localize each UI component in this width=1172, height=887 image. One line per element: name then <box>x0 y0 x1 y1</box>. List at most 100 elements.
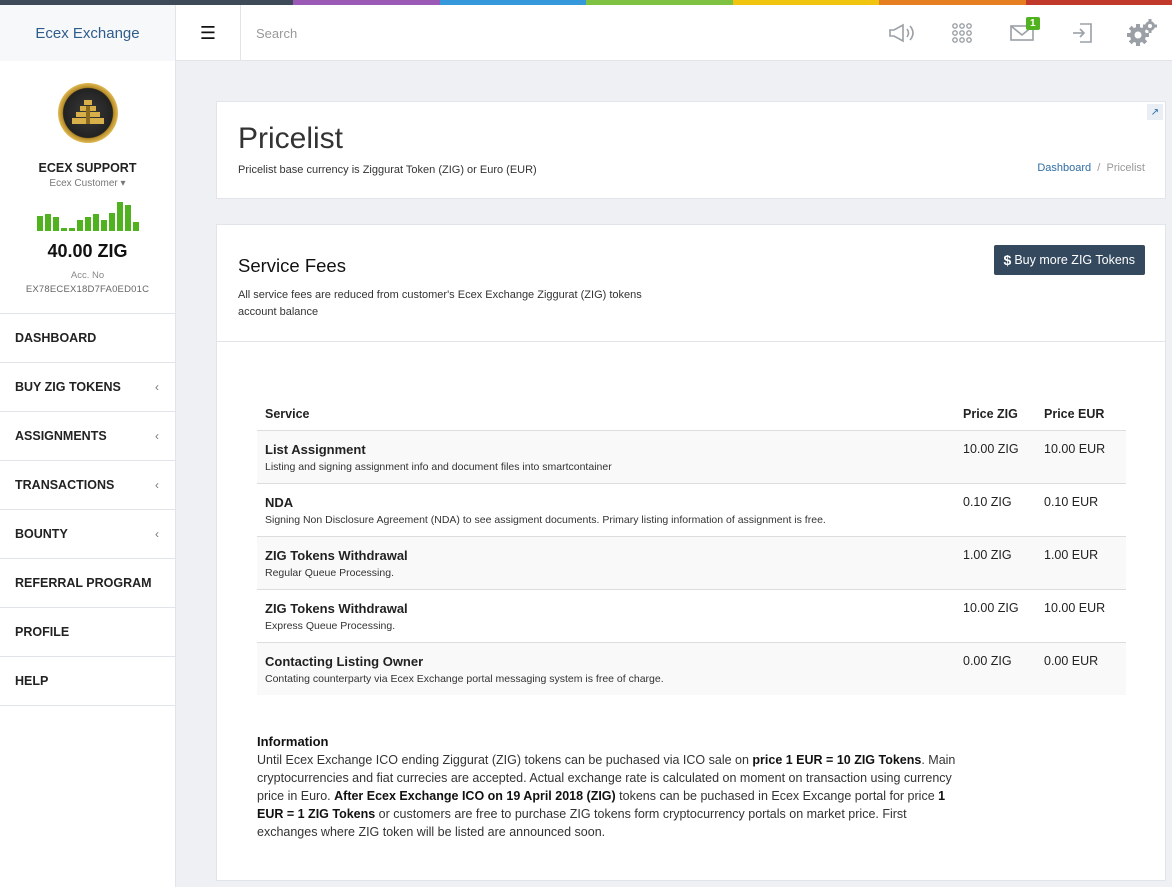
sparkline-bar <box>100 220 107 231</box>
divider <box>217 341 1165 342</box>
sidebar-item-bounty[interactable]: BOUNTY ‹ <box>0 510 175 559</box>
buy-button-label: Buy more ZIG Tokens <box>1014 253 1135 267</box>
avatar[interactable] <box>57 83 118 143</box>
sidebar-item-transactions[interactable]: TRANSACTIONS ‹ <box>0 461 175 510</box>
activity-sparkline <box>0 199 175 231</box>
service-cell: List Assignment Listing and signing assig… <box>257 430 955 484</box>
top-bar: Ecex Exchange ☰ 1 <box>0 5 1172 61</box>
sidebar-item-referral-program[interactable]: REFERRAL PROGRAM <box>0 559 175 608</box>
hamburger-icon: ☰ <box>199 22 217 43</box>
sparkline-bar <box>60 228 67 231</box>
service-cell: NDA Signing Non Disclosure Agreement (NDA… <box>257 483 955 537</box>
sidebar-item-label: REFERRAL PROGRAM <box>15 576 152 590</box>
section-description: All service fees are reduced from custom… <box>238 289 642 318</box>
service-cell: Contacting Listing Owner Contating counte… <box>257 642 955 695</box>
user-profile-card: ECEX SUPPORT Ecex Customer ▾ 40.00 ZIG A… <box>0 61 175 314</box>
sparkline-bar <box>84 217 91 231</box>
sidebar-item-dashboard[interactable]: DASHBOARD <box>0 314 175 363</box>
sidebar-item-label: DASHBOARD <box>15 331 97 345</box>
ziggurat-logo-icon <box>71 100 104 124</box>
sidebar-item-label: HELP <box>15 674 49 688</box>
account-number-label: Acc. No <box>70 270 105 281</box>
pricelist-table: Service Price ZIG Price EUR List Assignm… <box>257 395 1126 695</box>
user-role-label: Ecex Customer <box>49 178 118 189</box>
price-eur-cell: 10.00 EUR <box>1036 430 1126 484</box>
service-name: ZIG Tokens Withdrawal <box>265 601 408 616</box>
sidebar-item-label: ASSIGNMENTS <box>15 429 107 443</box>
sparkline-bar <box>52 217 59 231</box>
sidebar-item-help[interactable]: HELP <box>0 657 175 706</box>
search-input[interactable] <box>242 5 742 61</box>
service-name: ZIG Tokens Withdrawal <box>265 548 408 563</box>
apps-button[interactable] <box>932 5 992 61</box>
information-title: Information <box>257 734 329 749</box>
breadcrumb-separator: / <box>1097 162 1101 174</box>
info-text-part: tokens can be puchased in Ecex Excange p… <box>615 789 939 803</box>
expand-panel-button[interactable]: ↗ <box>1147 104 1163 120</box>
chevron-left-icon: ‹ <box>155 380 159 394</box>
service-name: List Assignment <box>265 442 366 457</box>
sparkline-bar <box>36 216 43 231</box>
sparkline-bar <box>92 214 99 231</box>
sparkline-bar <box>124 205 131 231</box>
sidebar-item-label: BUY ZIG TOKENS <box>15 380 121 394</box>
sparkline-bar <box>116 202 123 231</box>
service-cell: ZIG Tokens Withdrawal Regular Queue Proce… <box>257 536 955 590</box>
breadcrumb-dashboard-link[interactable]: Dashboard <box>1037 162 1091 174</box>
sidebar-item-buy-zig-tokens[interactable]: BUY ZIG TOKENS ‹ <box>0 363 175 412</box>
price-zig-cell: 0.10 ZIG <box>955 483 1036 537</box>
sparkline-bar <box>108 213 115 231</box>
messages-button[interactable]: 1 <box>992 5 1052 61</box>
service-name: Contacting Listing Owner <box>265 654 424 669</box>
information-text: Until Ecex Exchange ICO ending Ziggurat … <box>257 751 967 841</box>
breadcrumb-current: Pricelist <box>1106 162 1145 174</box>
sidebar-nav: DASHBOARD BUY ZIG TOKENS ‹ ASSIGNMENTS ‹ T… <box>0 314 175 706</box>
info-bold-part: price 1 EUR = 10 ZIG Tokens <box>752 753 922 767</box>
price-eur-cell: 10.00 EUR <box>1036 589 1126 643</box>
sign-in-icon <box>1073 23 1092 43</box>
notifications-button[interactable] <box>872 5 932 61</box>
table-row: ZIG Tokens Withdrawal Regular Queue Proce… <box>257 536 1126 590</box>
top-icons: 1 <box>872 5 1172 61</box>
price-zig-cell: 1.00 ZIG <box>955 536 1036 590</box>
chevron-left-icon: ‹ <box>155 478 159 492</box>
buy-zig-tokens-button[interactable]: $ Buy more ZIG Tokens <box>993 245 1145 275</box>
column-header-price-zig: Price ZIG <box>955 395 1036 431</box>
chevron-left-icon: ‹ <box>155 429 159 443</box>
apps-grid-icon <box>952 23 972 43</box>
chevron-left-icon: ‹ <box>155 527 159 541</box>
service-fees-panel: Service Fees All service fees are reduce… <box>216 224 1166 881</box>
service-description: Regular Queue Processing. <box>265 567 394 579</box>
sparkline-bar <box>132 222 139 231</box>
table-row: List Assignment Listing and signing assig… <box>257 430 1126 484</box>
sidebar-item-label: PROFILE <box>15 625 70 639</box>
logout-button[interactable] <box>1052 5 1112 61</box>
caret-down-icon: ▾ <box>120 178 126 189</box>
sidebar-item-profile[interactable]: PROFILE <box>0 608 175 657</box>
menu-toggle-button[interactable]: ☰ <box>176 5 241 61</box>
message-count-badge: 1 <box>1026 17 1040 30</box>
column-header-price-eur: Price EUR <box>1036 395 1126 431</box>
service-cell: ZIG Tokens Withdrawal Express Queue Proce… <box>257 589 955 643</box>
sidebar-item-assignments[interactable]: ASSIGNMENTS ‹ <box>0 412 175 461</box>
breadcrumb: Dashboard / Pricelist <box>1037 162 1145 174</box>
user-name: ECEX SUPPORT <box>38 161 137 175</box>
service-name: NDA <box>265 495 294 510</box>
price-zig-cell: 0.00 ZIG <box>955 642 1036 695</box>
sparkline-bar <box>68 228 75 231</box>
brand-logo[interactable]: Ecex Exchange <box>0 5 176 61</box>
service-description: Express Queue Processing. <box>265 620 396 632</box>
user-role-dropdown[interactable]: Ecex Customer ▾ <box>0 178 175 189</box>
service-description: Signing Non Disclosure Agreement (NDA) t… <box>265 514 826 526</box>
table-row: NDA Signing Non Disclosure Agreement (NDA… <box>257 483 1126 537</box>
price-zig-cell: 10.00 ZIG <box>955 430 1036 484</box>
page-header-panel: ↗ Pricelist Pricelist base currency is Z… <box>216 101 1166 199</box>
service-description: Contating counterparty via Ecex Exchange… <box>265 673 664 685</box>
info-text-part: Until Ecex Exchange ICO ending Ziggurat … <box>257 753 753 767</box>
page-title: Pricelist <box>238 122 344 155</box>
sparkline-bar <box>44 214 51 231</box>
gears-icon <box>1127 19 1157 46</box>
settings-button[interactable] <box>1112 5 1172 61</box>
info-bold-part: After Ecex Exchange ICO on 19 April 2018… <box>334 789 616 803</box>
table-row: ZIG Tokens Withdrawal Express Queue Proce… <box>257 589 1126 643</box>
